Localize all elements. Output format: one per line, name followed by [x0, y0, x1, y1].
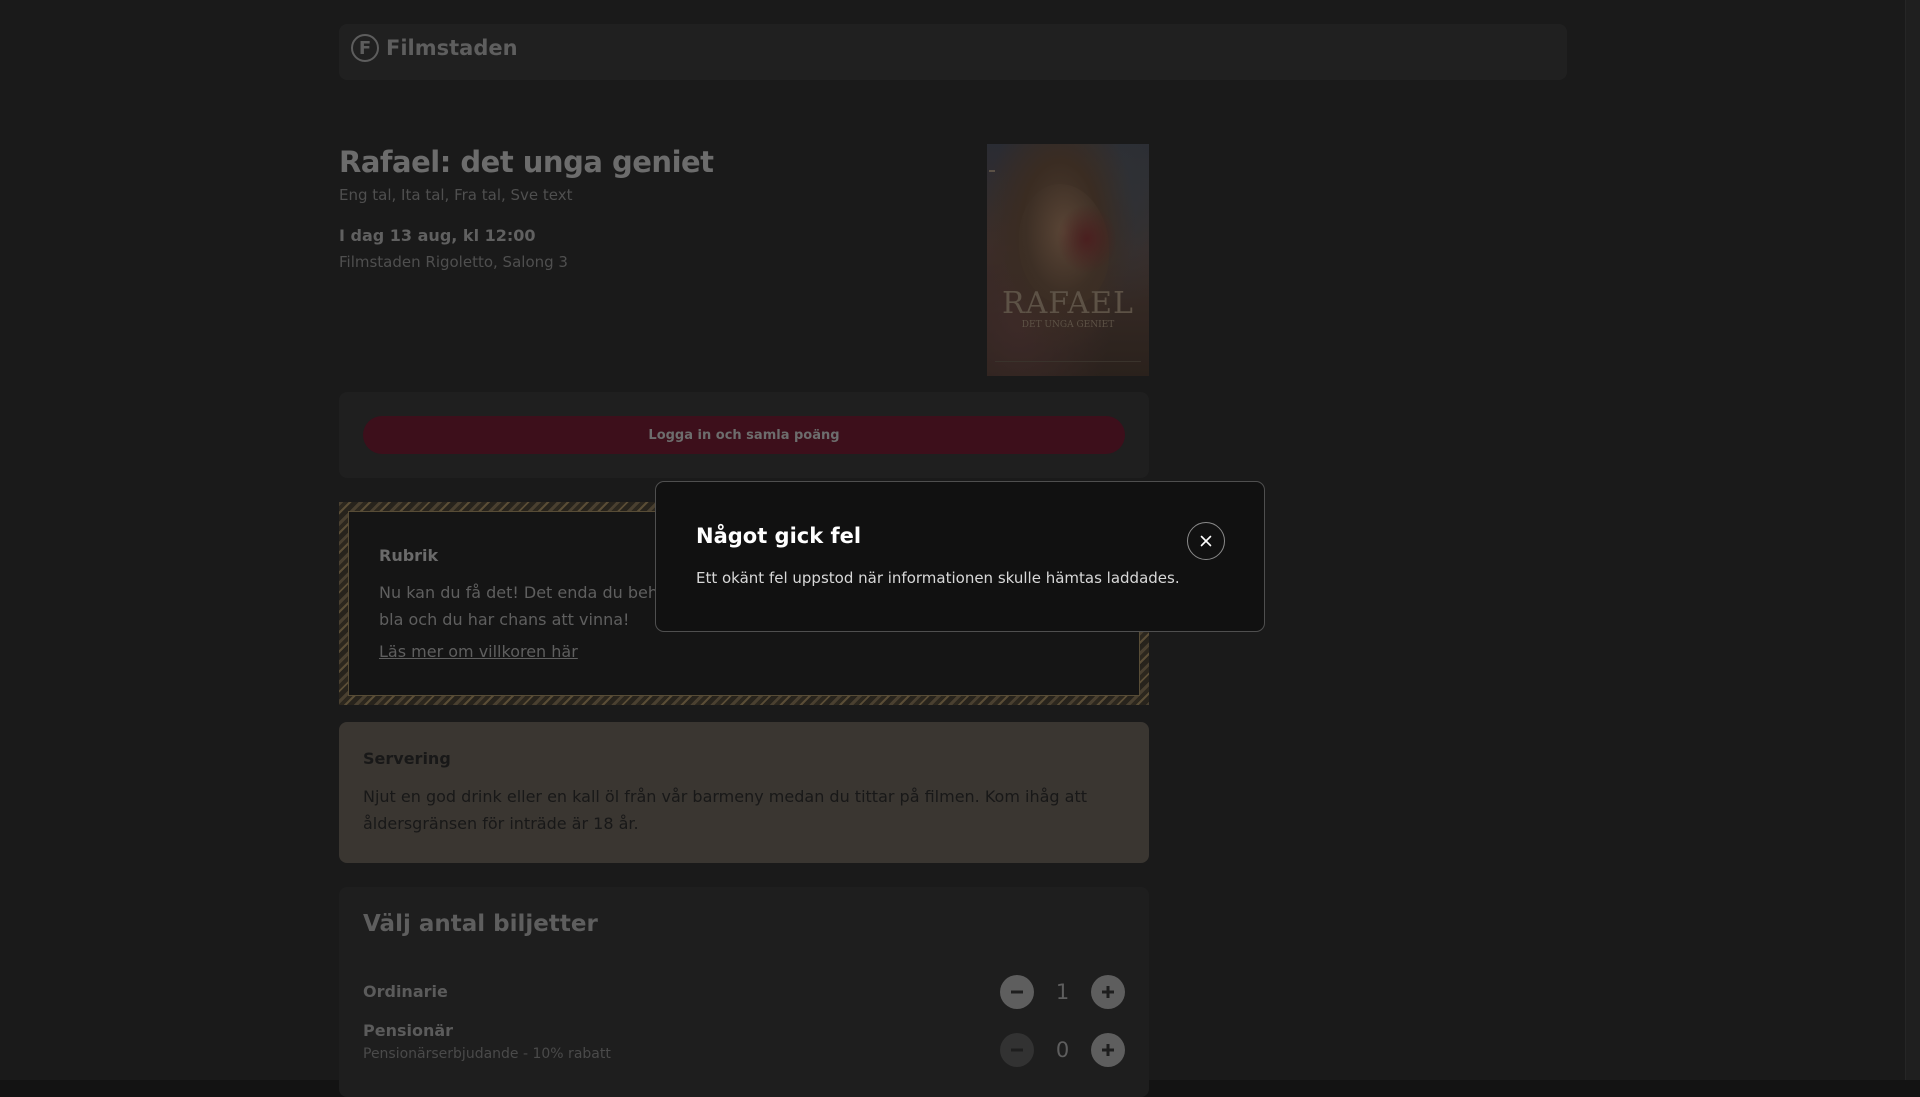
brand-name: Filmstaden — [386, 36, 518, 60]
quantity-value: 0 — [1055, 1038, 1070, 1062]
quantity-value: 1 — [1055, 980, 1070, 1004]
error-dialog-title: Något gick fel — [696, 524, 862, 548]
poster-cloth — [1057, 204, 1117, 274]
site-header: F Filmstaden — [339, 24, 1567, 80]
ticket-selector: Välj antal biljetter Ordinarie 1 Pension… — [339, 887, 1149, 1097]
filmstaden-logo[interactable]: F Filmstaden — [351, 34, 518, 62]
quantity-stepper: 1 — [1000, 975, 1125, 1009]
poster-credits — [995, 361, 1141, 372]
minus-icon — [1011, 1048, 1023, 1052]
movie-poster: RAFAEL DET UNGA GENIET — [987, 144, 1149, 376]
login-card: Logga in och samla poäng — [339, 392, 1149, 478]
poster-subtitle: DET UNGA GENIET — [1021, 320, 1115, 330]
movie-languages: Eng tal, Ita tal, Fra tal, Sve text — [339, 186, 573, 204]
terms-link[interactable]: Läs mer om villkoren här — [379, 642, 578, 661]
page-scrollbar[interactable] — [1905, 0, 1920, 1080]
plus-icon — [1102, 1044, 1114, 1056]
error-dialog-message: Ett okänt fel uppstod när informationen … — [696, 569, 1180, 587]
poster-title: RAFAEL — [1002, 286, 1134, 321]
venue: Filmstaden Rigoletto, Salong 3 — [339, 253, 568, 271]
login-collect-points-button[interactable]: Logga in och samla poäng — [363, 416, 1125, 454]
ticket-row-ordinarie: Ordinarie 1 — [363, 975, 1125, 1009]
decrease-button[interactable] — [1000, 975, 1034, 1009]
quantity-stepper: 0 — [1000, 1033, 1125, 1067]
decrease-button[interactable] — [1000, 1033, 1034, 1067]
tickets-heading: Välj antal biljetter — [363, 911, 598, 937]
error-dialog: Något gick fel Ett okänt fel uppstod när… — [655, 481, 1265, 632]
page-background: F Filmstaden Rafael: det unga geniet Eng… — [0, 0, 1920, 1097]
showtime: I dag 13 aug, kl 12:00 — [339, 226, 536, 245]
poster-badge — [989, 170, 995, 172]
close-dialog-button[interactable] — [1187, 522, 1225, 560]
promo-heading: Rubrik — [379, 546, 439, 565]
serving-card: Servering Njut en god drink eller en kal… — [339, 722, 1149, 863]
increase-button[interactable] — [1091, 975, 1125, 1009]
logo-mark-icon: F — [351, 34, 379, 62]
close-icon — [1200, 535, 1212, 547]
serving-text: Njut en god drink eller en kall öl från … — [363, 787, 1087, 833]
serving-heading: Servering — [363, 749, 451, 768]
movie-title: Rafael: det unga geniet — [339, 145, 714, 179]
minus-icon — [1011, 990, 1023, 994]
plus-icon — [1102, 986, 1114, 998]
increase-button[interactable] — [1091, 1033, 1125, 1067]
ticket-row-pensionar: Pensionär Pensionärserbjudande - 10% rab… — [363, 1021, 1125, 1067]
